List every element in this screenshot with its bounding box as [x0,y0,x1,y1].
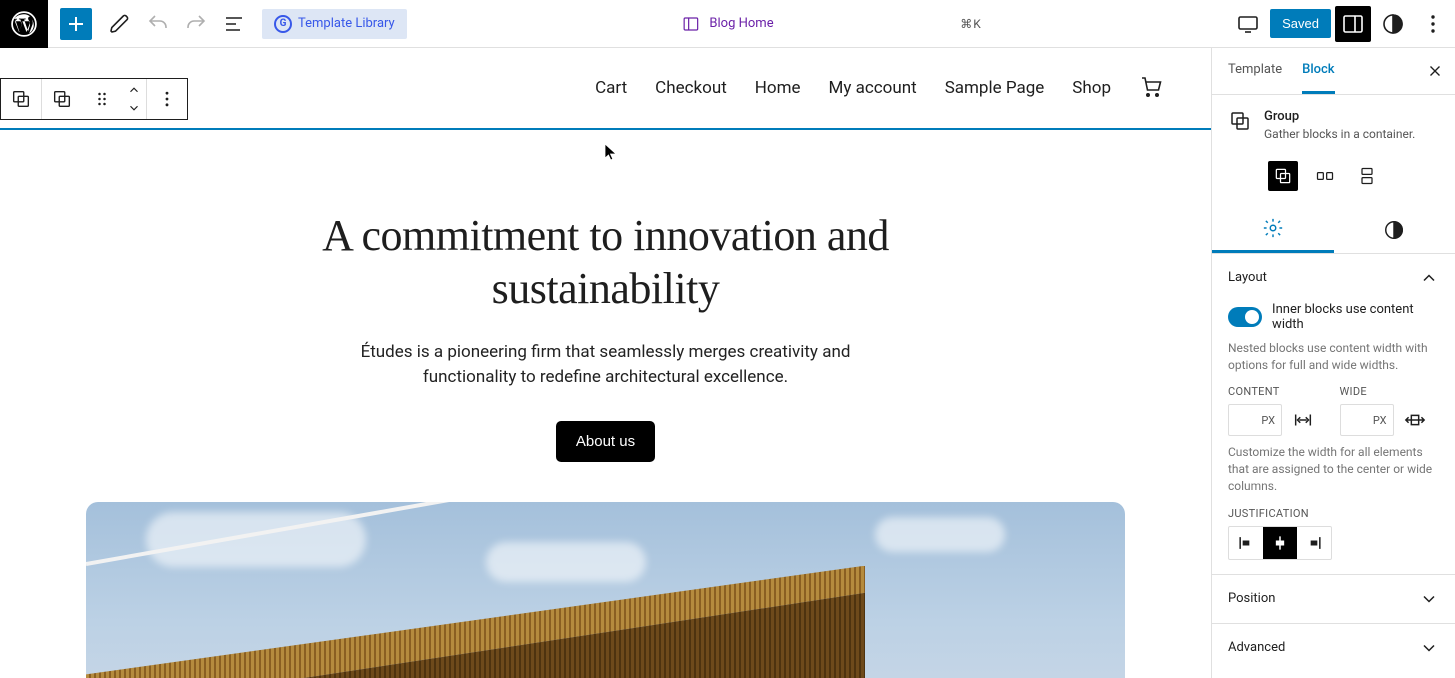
panel-layout-header[interactable]: Layout [1212,254,1455,302]
parent-block-button[interactable] [1,79,41,119]
nav-item-home[interactable]: Home [755,78,801,98]
tab-block[interactable]: Block [1302,48,1334,94]
justify-center[interactable] [1263,527,1297,559]
panel-advanced-label: Advanced [1228,640,1285,655]
inserter-toggle[interactable] [60,8,92,40]
content-width-toggle[interactable] [1228,307,1262,327]
move-down-button[interactable] [122,99,146,117]
variant-row[interactable] [1310,161,1340,191]
group-layout-variants [1212,157,1455,207]
wp-logo[interactable] [0,0,48,48]
panel-layout-label: Layout [1228,270,1267,285]
content-label: CONTENT [1228,385,1328,398]
template-library-button[interactable]: G Template Library [262,9,407,39]
block-type-button[interactable] [42,79,82,119]
selected-group-block[interactable]: A commitment to innovation and sustainab… [0,128,1211,678]
hero-image-wrap [0,502,1211,678]
panel-position-label: Position [1228,591,1275,606]
wide-width-input[interactable]: PX [1340,404,1394,436]
styles-button[interactable] [1375,6,1411,42]
device-preview-button[interactable] [1230,6,1266,42]
document-title: Blog Home [709,16,773,31]
editor-canvas: site Cart Checkout Home My account Sampl… [0,48,1211,678]
toolbar-left: G Template Library [48,6,411,42]
subtab-settings[interactable] [1212,207,1334,253]
panel-position[interactable]: Position [1212,574,1455,623]
width-help: Customize the width for all elements tha… [1228,444,1439,494]
wide-width-icon[interactable] [1400,405,1430,435]
content-width-input[interactable]: PX [1228,404,1282,436]
workspace: site Cart Checkout Home My account Sampl… [0,48,1455,678]
variant-stack[interactable] [1352,161,1382,191]
template-library-icon: G [274,15,292,33]
hero-paragraph[interactable]: Études is a pioneering firm that seamles… [326,340,886,391]
panel-advanced[interactable]: Advanced [1212,623,1455,672]
toolbar-right: Saved [1230,6,1455,42]
site-nav: Cart Checkout Home My account Sample Pag… [595,74,1163,103]
subtab-styles[interactable] [1334,207,1455,253]
settings-toggle[interactable] [1335,6,1371,42]
settings-sidebar: Template Block Group Gather blocks in a … [1211,48,1455,678]
nav-item-sample[interactable]: Sample Page [945,78,1045,98]
nav-item-cart[interactable]: Cart [595,78,627,98]
tab-template[interactable]: Template [1228,48,1282,94]
edit-mode-button[interactable] [102,6,138,42]
hero-heading[interactable]: A commitment to innovation and sustainab… [236,210,976,316]
contrast-icon [1383,219,1405,241]
chevron-down-icon [1419,638,1439,658]
hero-section: A commitment to innovation and sustainab… [156,130,1056,502]
redo-button[interactable] [178,6,214,42]
justify-left[interactable] [1229,527,1263,559]
block-name: Group [1264,109,1415,124]
more-menu-button[interactable] [1415,6,1451,42]
layout-icon [681,15,699,33]
top-toolbar: G Template Library Blog Home ⌘K Saved [0,0,1455,48]
list-view-button[interactable] [216,6,252,42]
block-card: Group Gather blocks in a container. [1212,95,1455,157]
drag-handle[interactable] [82,79,122,119]
justify-right[interactable] [1297,527,1331,559]
nav-item-account[interactable]: My account [829,78,917,98]
sidebar-tabs: Template Block [1212,48,1455,95]
justification-segmented [1228,526,1332,560]
content-width-toggle-label: Inner blocks use content width [1272,302,1439,332]
document-switcher[interactable]: Blog Home [681,15,773,33]
justification-label: JUSTIFICATION [1228,507,1439,520]
block-description: Gather blocks in a container. [1264,126,1415,143]
group-block-icon [1228,109,1252,133]
variant-group[interactable] [1268,161,1298,191]
hero-image[interactable] [86,502,1125,678]
nav-item-shop[interactable]: Shop [1072,78,1111,98]
close-sidebar-button[interactable] [1419,55,1451,87]
inspector-subtabs [1212,207,1455,254]
command-shortcut: ⌘K [960,17,982,31]
panel-layout-body: Inner blocks use content width Nested bl… [1212,302,1455,574]
template-library-label: Template Library [298,16,395,31]
chevron-up-icon [1419,268,1439,288]
content-width-help: Nested blocks use content width with opt… [1228,340,1439,374]
nav-item-checkout[interactable]: Checkout [655,78,727,98]
gear-icon [1262,217,1284,239]
undo-button[interactable] [140,6,176,42]
hero-cta-button[interactable]: About us [556,421,655,462]
block-options-button[interactable] [147,79,187,119]
wide-label: WIDE [1340,385,1440,398]
block-toolbar [0,78,188,120]
chevron-down-icon [1419,589,1439,609]
content-width-icon[interactable] [1288,405,1318,435]
cart-icon[interactable] [1139,74,1163,103]
mouse-cursor-icon [604,143,618,161]
move-up-button[interactable] [122,81,146,99]
save-button[interactable]: Saved [1270,9,1331,38]
